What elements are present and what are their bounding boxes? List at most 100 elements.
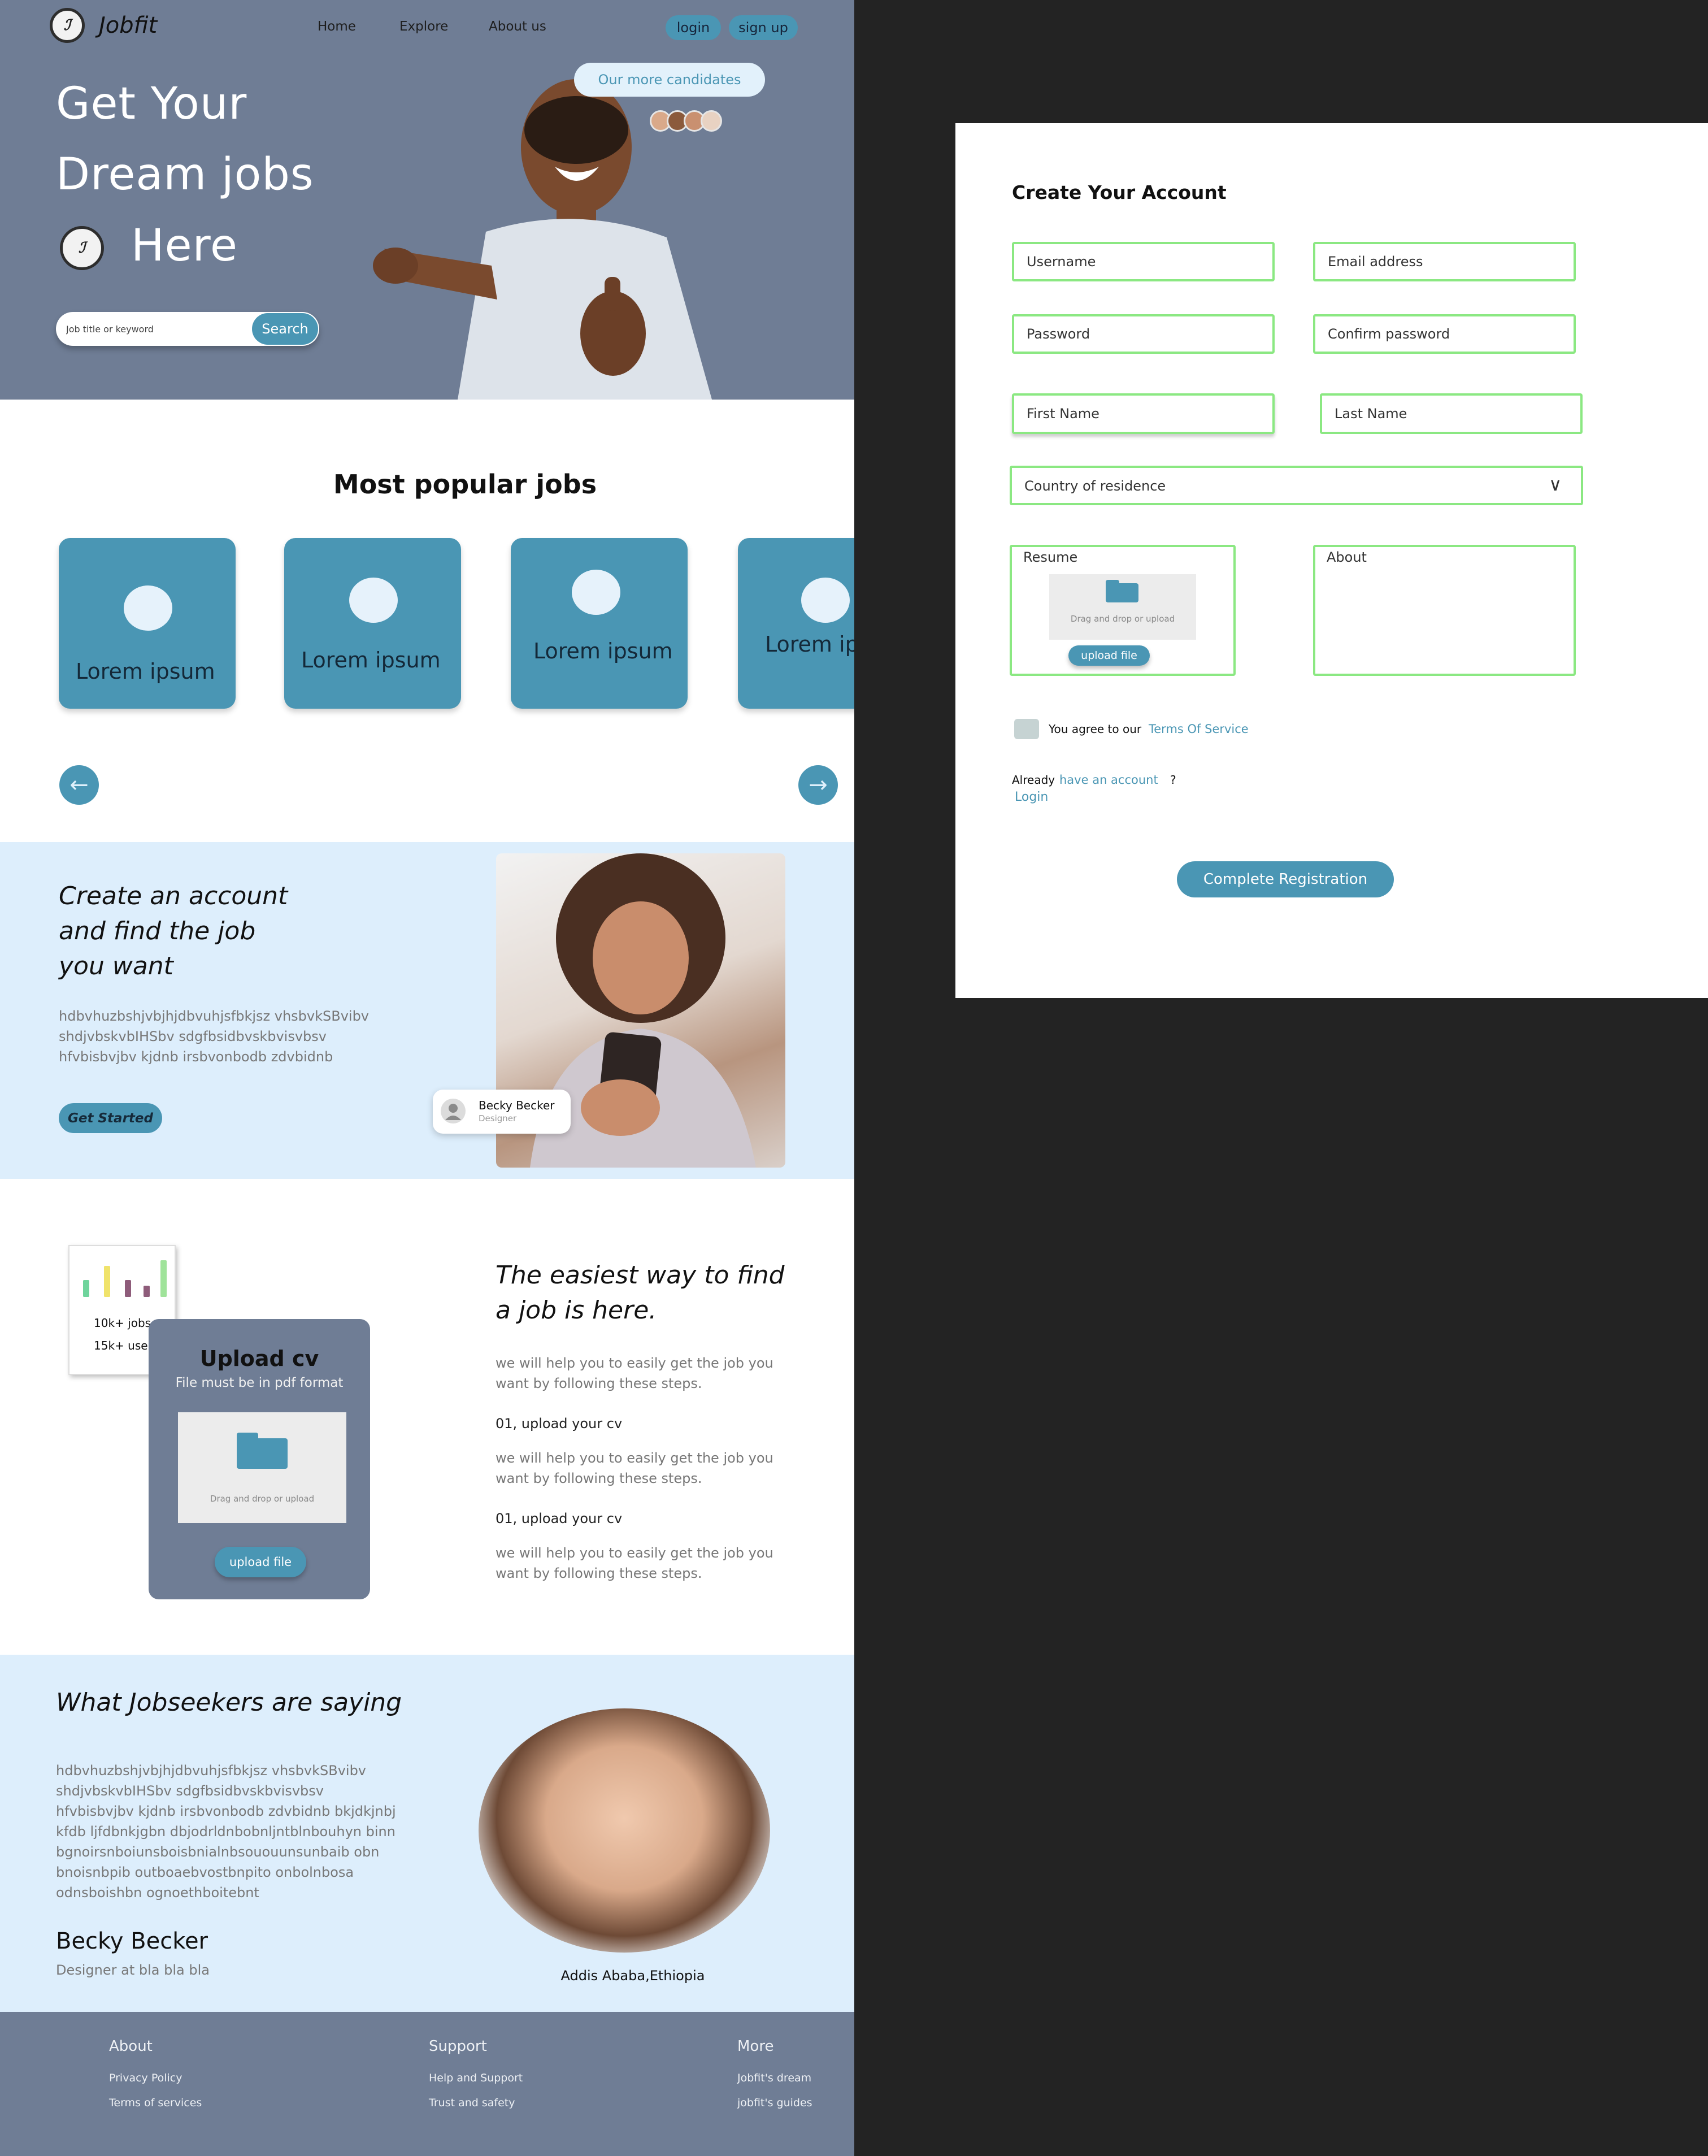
create-heading-line1: Create an account [59, 882, 288, 910]
job-card-label: Lorem ipsum [533, 639, 673, 663]
arrow-right-icon[interactable]: → [798, 765, 838, 805]
first-name-field[interactable] [1012, 393, 1275, 434]
confirm-password-input[interactable] [1328, 316, 1563, 352]
folder-icon [1106, 580, 1138, 602]
last-name-input[interactable] [1335, 396, 1570, 432]
candidate-avatars[interactable] [650, 110, 740, 135]
chart-bar [83, 1280, 89, 1297]
footer-link-trust[interactable]: Trust and safety [429, 2097, 515, 2109]
bar-chart-icon [79, 1257, 169, 1303]
create-body-line: hfvbisbvjbv kjdnb irsbvonbodb zdvbidnb [59, 1049, 333, 1065]
testimonial-line: kfdb ljfdbnkjgbn dbjodrldnbobnljntblnbou… [56, 1824, 396, 1840]
step-title: 01, upload your cv [496, 1511, 623, 1526]
nav-about-us[interactable]: About us [489, 19, 546, 34]
login-link[interactable]: Login [1015, 790, 1048, 804]
login-button[interactable]: login [666, 15, 721, 40]
create-body-line: hdbvhuzbshjvbjhjdbvuhjsfbkjsz vhsbvkSBvi… [59, 1008, 370, 1024]
brand-name[interactable]: Jobfit [99, 12, 157, 38]
easiest-para: we will help you to easily get the job y… [496, 1450, 773, 1466]
testimonial-name: Becky Becker [56, 1928, 208, 1954]
easiest-para: want by following these steps. [496, 1376, 702, 1391]
agree-text: You agree to our [1049, 722, 1142, 736]
popular-jobs-title: Most popular jobs [333, 469, 597, 500]
resume-label: Resume [1023, 549, 1078, 565]
testimonial-location: Addis Ababa,Ethiopia [560, 1968, 705, 1984]
person-name: Becky Becker [479, 1099, 555, 1112]
footer-link-privacy[interactable]: Privacy Policy [109, 2072, 182, 2084]
testimonial-title: What Jobseekers are saying [56, 1688, 402, 1717]
confirm-password-field[interactable] [1313, 314, 1576, 354]
resume-drop-text: Drag and drop or upload [1070, 614, 1175, 624]
email-field[interactable] [1313, 242, 1576, 281]
person-role: Designer [479, 1113, 517, 1123]
testimonial-photo [479, 1708, 770, 1953]
resume-drop-area[interactable]: Drag and drop or upload [1049, 574, 1196, 640]
easiest-para: we will help you to easily get the job y… [496, 1545, 773, 1561]
terms-checkbox[interactable] [1014, 719, 1039, 739]
upload-cv-card: Upload cv File must be in pdf format Dra… [149, 1319, 370, 1599]
about-label: About [1327, 549, 1367, 565]
job-card[interactable]: Lorem ipsum [738, 538, 854, 709]
registration-panel: Create Your Account Country of residence… [955, 123, 1708, 998]
job-card[interactable]: Lorem ipsum [59, 538, 236, 709]
search-bar: Search [56, 312, 319, 346]
arrow-left-icon[interactable]: ← [59, 765, 99, 805]
username-field[interactable] [1012, 242, 1275, 281]
landing-page: ℐ Jobfit Home Explore About us login sig… [0, 0, 854, 2156]
have-account-text: have an account [1059, 773, 1158, 787]
resume-upload-button[interactable]: upload file [1068, 645, 1150, 666]
footer-about-heading: About [109, 2038, 153, 2055]
country-select[interactable]: Country of residence ∨ [1010, 466, 1583, 505]
upload-file-button[interactable]: upload file [215, 1547, 306, 1577]
job-card-label: Lorem ipsum [301, 648, 441, 673]
chart-bar [104, 1266, 110, 1297]
hero-section: ℐ Jobfit Home Explore About us login sig… [0, 0, 854, 400]
get-started-button[interactable]: Get Started [59, 1103, 162, 1133]
nav-home[interactable]: Home [318, 19, 356, 34]
password-field[interactable] [1012, 314, 1275, 354]
footer-link-guides[interactable]: jobfit's guides [737, 2097, 812, 2109]
chart-bar [160, 1260, 167, 1297]
chart-bar [125, 1280, 131, 1297]
last-name-field[interactable] [1320, 393, 1583, 434]
testimonial-line: bgnoirsnboiunsboisbnialnbsououunsunbaib … [56, 1844, 380, 1860]
username-input[interactable] [1027, 244, 1262, 279]
person-card: Becky Becker Designer [433, 1090, 571, 1134]
upload-cv-subtitle: File must be in pdf format [175, 1376, 344, 1390]
upload-cv-title: Upload cv [199, 1346, 319, 1371]
our-more-candidates-button[interactable]: Our more candidates [574, 63, 765, 97]
testimonial-line: odnsboishbn ognoethboitebnt [56, 1885, 259, 1901]
footer-support-heading: Support [429, 2038, 487, 2055]
hero-title-line1: Get Your [56, 79, 247, 129]
nav-explore[interactable]: Explore [399, 19, 448, 34]
footer: About Privacy Policy Terms of services S… [0, 2012, 854, 2156]
easiest-para: want by following these steps. [496, 1565, 702, 1581]
drop-text: Drag and drop or upload [210, 1494, 315, 1504]
first-name-input[interactable] [1027, 396, 1262, 432]
footer-link-dream[interactable]: Jobfit's dream [737, 2072, 811, 2084]
terms-link[interactable]: Terms Of Service [1149, 722, 1249, 736]
job-card-icon [801, 578, 850, 623]
candidate-avatar [701, 110, 722, 132]
complete-registration-button[interactable]: Complete Registration [1177, 861, 1394, 897]
about-field[interactable]: About [1313, 545, 1576, 676]
search-button[interactable]: Search [252, 313, 318, 345]
password-input[interactable] [1027, 316, 1262, 352]
stat-jobs: 10k+ jobs [94, 1316, 151, 1330]
testimonial-line: shdjvbskvbIHSbv sdgfbsidbvskbvisvbsv [56, 1783, 324, 1799]
footer-link-help[interactable]: Help and Support [429, 2072, 523, 2084]
easiest-para: we will help you to easily get the job y… [496, 1355, 773, 1371]
job-card[interactable]: Lorem ipsum [284, 538, 461, 709]
job-card-label: Lorem ipsum [76, 659, 215, 684]
testimonial-line: hdbvhuzbshjvbjhjdbvuhjsfbkjsz vhsbvkSBvi… [56, 1763, 367, 1778]
folder-icon [237, 1433, 288, 1469]
easiest-heading-line2: a job is here. [496, 1296, 657, 1325]
signup-button[interactable]: sign up [729, 15, 798, 40]
cv-drop-area[interactable]: Drag and drop or upload [178, 1412, 346, 1523]
chevron-down-icon[interactable]: ∨ [1549, 474, 1562, 495]
job-card[interactable]: Lorem ipsum [511, 538, 688, 709]
footer-link-terms[interactable]: Terms of services [109, 2097, 202, 2109]
search-input[interactable] [66, 320, 236, 338]
email-input[interactable] [1328, 244, 1563, 279]
logo-icon[interactable]: ℐ [50, 8, 85, 43]
